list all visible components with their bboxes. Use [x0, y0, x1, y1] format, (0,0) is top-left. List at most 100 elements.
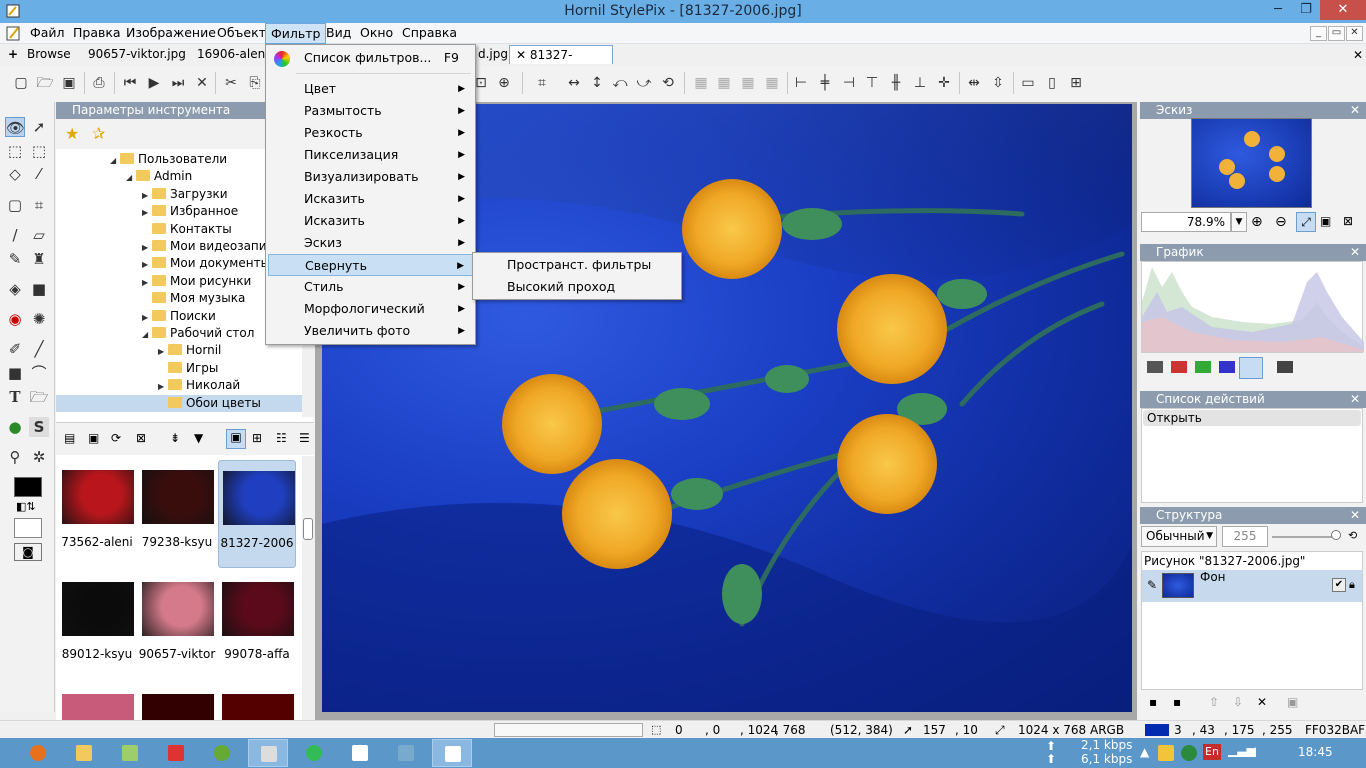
- align-center-icon[interactable]: ╪: [816, 74, 834, 92]
- tree-expand-icon[interactable]: ◢: [110, 152, 120, 169]
- opacity-slider[interactable]: [1272, 536, 1338, 538]
- space-v-icon[interactable]: ⇳: [989, 74, 1007, 92]
- layer-a-icon[interactable]: ▦: [692, 74, 710, 92]
- style-icon[interactable]: S: [29, 417, 49, 437]
- sort-icon[interactable]: ⇟: [170, 431, 180, 445]
- close-doc-icon[interactable]: ✕: [193, 74, 211, 92]
- channel-all-icon[interactable]: [1239, 357, 1263, 379]
- redeye-icon[interactable]: ◉: [5, 309, 25, 329]
- align-right-icon[interactable]: ⊣: [840, 74, 858, 92]
- color-wheel-icon[interactable]: ●: [5, 417, 25, 437]
- tab-90657[interactable]: 90657-viktor.jpg: [82, 45, 192, 64]
- channel-red-icon[interactable]: [1171, 361, 1187, 373]
- tree-expand-icon[interactable]: ▶: [158, 343, 168, 360]
- tree-item[interactable]: ▶ Загрузки: [142, 186, 228, 203]
- thumbnail-item[interactable]: 81327-2006: [218, 460, 296, 568]
- next-icon[interactable]: ⏭: [169, 74, 187, 92]
- menu-edit[interactable]: Правка: [68, 23, 126, 44]
- tree-item[interactable]: Игры: [158, 360, 218, 377]
- thumbnail-item[interactable]: 99078-affa: [218, 572, 296, 680]
- thumbnail-item[interactable]: 73562-aleni: [58, 460, 136, 568]
- tree-expand-icon[interactable]: ◢: [142, 326, 152, 343]
- rotate-icon[interactable]: ⟲: [659, 74, 677, 92]
- tree-item[interactable]: Контакты: [142, 221, 232, 238]
- task-app8[interactable]: [386, 739, 426, 767]
- eraser-icon[interactable]: ▱: [29, 225, 49, 245]
- filter-menu-item[interactable]: Размытость ▶: [268, 100, 473, 122]
- menu-file[interactable]: Файл: [25, 23, 70, 44]
- new-layer-icon[interactable]: ▪: [1149, 695, 1157, 709]
- visible-check-icon[interactable]: ✔: [1332, 578, 1346, 592]
- tree-item[interactable]: ▶ Мои рисунки: [142, 273, 251, 290]
- filter-menu-item[interactable]: Пикселизация ▶: [268, 144, 473, 166]
- actions-close-icon[interactable]: ✕: [1350, 391, 1360, 408]
- thumbnail-partial[interactable]: [62, 694, 134, 720]
- background-color[interactable]: [14, 518, 42, 538]
- print-icon[interactable]: ⎙: [90, 74, 108, 92]
- thumbnail-item[interactable]: 90657-viktor: [138, 572, 216, 680]
- filter-menu-item[interactable]: Свернуть ▶: [268, 254, 473, 276]
- layer-mask-icon[interactable]: ▣: [1287, 695, 1298, 709]
- actual-size-icon[interactable]: ▣: [1320, 214, 1331, 228]
- sharpen-icon[interactable]: ✺: [29, 309, 49, 329]
- path-icon[interactable]: ⌒: [29, 363, 49, 383]
- align-middle-icon[interactable]: ╫: [887, 74, 905, 92]
- filter-menu-item[interactable]: Визуализировать ▶: [268, 166, 473, 188]
- mdi-minimize-button[interactable]: _: [1310, 26, 1327, 41]
- language-indicator[interactable]: En: [1203, 744, 1221, 760]
- menu-image[interactable]: Изображение: [121, 23, 221, 44]
- tree-expand-icon[interactable]: ▶: [142, 187, 152, 204]
- channel-green-icon[interactable]: [1195, 361, 1211, 373]
- tree-item[interactable]: ▶ Мои видеозаписи: [142, 238, 281, 255]
- mdi-restore-button[interactable]: ▭: [1328, 26, 1345, 41]
- layer-b-icon[interactable]: ▦: [715, 74, 733, 92]
- magic-select-icon[interactable]: ⬚: [5, 141, 25, 161]
- filter-menu-item[interactable]: Увеличить фото ▶: [268, 320, 473, 342]
- close-button[interactable]: ✕: [1320, 0, 1366, 20]
- thumbnail-item[interactable]: 89012-ksyu: [58, 572, 136, 680]
- task-app5[interactable]: [248, 739, 288, 767]
- tree-expand-icon[interactable]: ▶: [142, 239, 152, 256]
- pencil-icon[interactable]: ✐: [5, 339, 25, 359]
- tree-expand-icon[interactable]: ◢: [126, 169, 136, 186]
- text-tool-icon[interactable]: T: [5, 387, 25, 407]
- delete-layer-icon[interactable]: ✕: [1257, 695, 1267, 709]
- filter-menu-item[interactable]: Резкость ▶: [268, 122, 473, 144]
- crop-icon[interactable]: ⌗: [533, 74, 551, 92]
- task-notes[interactable]: [110, 739, 150, 767]
- rotate-left-icon[interactable]: ⤺: [611, 74, 629, 92]
- action-item[interactable]: Открыть: [1143, 410, 1361, 426]
- task-app7[interactable]: [340, 739, 380, 767]
- layer-d-icon[interactable]: ▦: [763, 74, 781, 92]
- maximize-button[interactable]: ❐: [1292, 0, 1320, 20]
- tree-item[interactable]: ◢ Пользователи: [110, 151, 227, 168]
- tree-item[interactable]: ▶ Поиски: [142, 308, 216, 325]
- pen-icon[interactable]: ✎: [5, 249, 25, 269]
- filter-menu-item[interactable]: Исказить ▶: [268, 210, 473, 232]
- clock[interactable]: 18:45: [1298, 745, 1333, 759]
- tree-item[interactable]: Моя музыка: [142, 290, 245, 307]
- task-stylepix[interactable]: [432, 739, 472, 767]
- copy-layer-icon[interactable]: ▪: [1173, 695, 1181, 709]
- submenu-high-pass[interactable]: Высокий проход: [475, 276, 680, 298]
- tree-expand-icon[interactable]: ▶: [142, 204, 152, 221]
- rotate-right-icon[interactable]: ⤻: [635, 74, 653, 92]
- menu-view[interactable]: Вид: [321, 23, 356, 44]
- task-firefox[interactable]: [18, 739, 58, 767]
- sketch-preview[interactable]: [1191, 118, 1312, 208]
- tree-item[interactable]: ▶ Hornil: [158, 342, 221, 359]
- tree-item[interactable]: Обои цветы: [56, 394, 302, 412]
- zoom-dropdown-icon[interactable]: ▼: [1231, 212, 1247, 232]
- open-icon[interactable]: 🗁: [36, 74, 54, 92]
- fullscreen-icon[interactable]: ⊠: [1343, 214, 1353, 228]
- tab-close-icon[interactable]: ✕: [516, 48, 526, 62]
- view-large-icon[interactable]: ▣: [226, 429, 246, 449]
- copy-icon[interactable]: ⎘: [246, 74, 264, 92]
- cut-icon[interactable]: ✂: [222, 74, 240, 92]
- align-left-icon[interactable]: ⊢: [792, 74, 810, 92]
- minimize-button[interactable]: ─: [1264, 0, 1292, 20]
- tree-expand-icon[interactable]: ▶: [142, 309, 152, 326]
- lock-icon[interactable]: 🔒︎: [1349, 578, 1355, 592]
- zoom-out-icon[interactable]: ⊖: [1275, 214, 1287, 230]
- brush-icon[interactable]: /: [5, 225, 25, 245]
